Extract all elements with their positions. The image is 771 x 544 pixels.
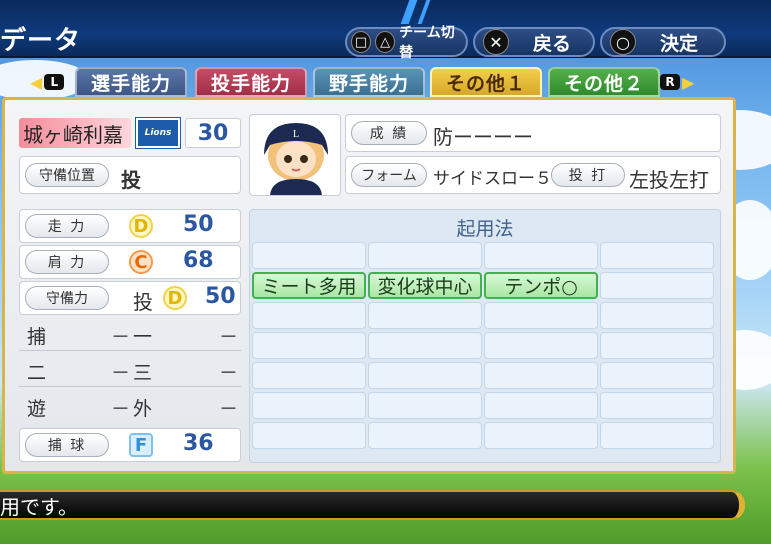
usage-tag: ミート多用 (252, 272, 366, 299)
tab-player-ability[interactable]: 選手能力 (75, 67, 187, 97)
usage-cell (368, 332, 482, 359)
usage-title: 起用法 (456, 218, 514, 240)
pos-catcher: 捕 (27, 326, 47, 348)
usage-cell (600, 332, 714, 359)
confirm-button[interactable]: ○ 決定 (600, 27, 726, 57)
usage-cell (600, 422, 714, 449)
tab-other-1[interactable]: その他１ (430, 67, 542, 97)
cross-button-icon: ✕ (483, 29, 509, 55)
usage-tag: 変化球中心 (368, 272, 482, 299)
screen-title: データ (0, 26, 82, 56)
usage-cell (368, 362, 482, 389)
player-avatar: L (249, 114, 341, 196)
usage-cell (484, 302, 598, 329)
divider (19, 386, 241, 387)
tab-pitcher-ability[interactable]: 投手能力 (195, 67, 307, 97)
triangle-button-icon: △ (375, 31, 396, 53)
usage-cell (252, 332, 366, 359)
usage-cell (252, 422, 366, 449)
l-key-icon: L (44, 74, 65, 90)
usage-cell (368, 302, 482, 329)
confirm-label: 決定 (660, 32, 699, 55)
fielding-label: 守備力 (25, 286, 109, 310)
pos-third: 三 (133, 362, 153, 384)
pos-catcher-value: － (111, 326, 131, 348)
uniform-number: 30 (185, 118, 241, 148)
speed-grade-badge: D (129, 214, 153, 238)
usage-cell (600, 272, 714, 299)
catching-value: 36 (183, 431, 214, 456)
usage-cell (600, 392, 714, 419)
usage-cell (484, 362, 598, 389)
speed-label: 走 力 (25, 214, 109, 238)
pos-outfield: 外 (133, 398, 153, 420)
fielding-position: 投 (133, 290, 153, 314)
usage-grid: 起用法 ミート多用 変化球中心 テンポ○ (249, 209, 721, 463)
top-bar: データ □ △ チーム切替 ✕ 戻る ○ 決定 (0, 0, 771, 61)
right-arrow-icon: ▶ (682, 72, 695, 92)
usage-cell (252, 362, 366, 389)
pos-second-value: － (111, 362, 131, 384)
left-arrow-icon: ◀ (30, 72, 43, 92)
record-value: 防ーーーー (433, 125, 533, 149)
speed-value: 50 (183, 212, 214, 237)
r-key-icon: R (660, 74, 680, 90)
bats-throws-value: 左投左打 (629, 168, 709, 192)
arm-value: 68 (183, 248, 214, 273)
back-label: 戻る (533, 32, 572, 55)
arm-label: 肩 力 (25, 250, 109, 274)
svg-text:L: L (293, 129, 299, 140)
team-switch-label: チーム切替 (399, 25, 455, 61)
pos-first-value: － (219, 326, 239, 348)
fielding-grade-badge: D (163, 286, 187, 310)
usage-cell (252, 302, 366, 329)
decor-stripe (400, 0, 418, 24)
record-label: 成 績 (351, 121, 427, 145)
usage-cell (600, 302, 714, 329)
fielding-value: 50 (205, 284, 236, 309)
usage-tag: テンポ○ (484, 272, 598, 299)
form-value: サイドスロー５４ (433, 169, 569, 189)
usage-cell (368, 242, 482, 269)
message-bar: 用です。 (0, 490, 745, 520)
position-label: 守備位置 (25, 163, 109, 187)
player-data-panel: 城ヶ崎利嘉 Lions 30 守備位置 投 L 成 績 防ーーーー フォーム サ… (2, 97, 736, 474)
team-switch-button[interactable]: □ △ チーム切替 (345, 25, 468, 61)
pos-third-value: － (219, 362, 239, 384)
player-name: 城ヶ崎利嘉 (19, 118, 131, 148)
decor-stripe (417, 0, 431, 24)
catching-label: 捕 球 (25, 433, 109, 457)
team-logo: Lions (136, 118, 180, 148)
message-text: 用です。 (0, 494, 78, 519)
usage-cell (600, 362, 714, 389)
position-value: 投 (121, 168, 141, 192)
pos-short-value: － (111, 398, 131, 420)
usage-cell (484, 422, 598, 449)
usage-cell (484, 392, 598, 419)
pos-second: 二 (27, 362, 47, 384)
catching-grade-badge: F (129, 433, 153, 457)
prev-tab-hint[interactable]: ◀ L (30, 72, 65, 92)
usage-cell (252, 392, 366, 419)
divider (19, 350, 241, 351)
square-button-icon: □ (351, 31, 372, 53)
usage-cell (368, 422, 482, 449)
usage-cell (368, 392, 482, 419)
form-label: フォーム (351, 163, 427, 187)
usage-cell (484, 242, 598, 269)
tab-fielder-ability[interactable]: 野手能力 (313, 67, 425, 97)
usage-cell (600, 242, 714, 269)
circle-button-icon: ○ (610, 29, 636, 55)
tab-other-2[interactable]: その他２ (548, 67, 660, 97)
usage-cell (252, 242, 366, 269)
pos-first: 一 (133, 326, 153, 348)
next-tab-hint[interactable]: R ▶ (660, 72, 694, 92)
player-avatar-image: L (264, 123, 328, 195)
arm-grade-badge: C (129, 250, 153, 274)
pos-outfield-value: － (219, 398, 239, 420)
back-button[interactable]: ✕ 戻る (473, 27, 595, 57)
bats-throws-label: 投 打 (551, 163, 625, 187)
pos-short: 遊 (27, 398, 47, 420)
usage-cell (484, 332, 598, 359)
